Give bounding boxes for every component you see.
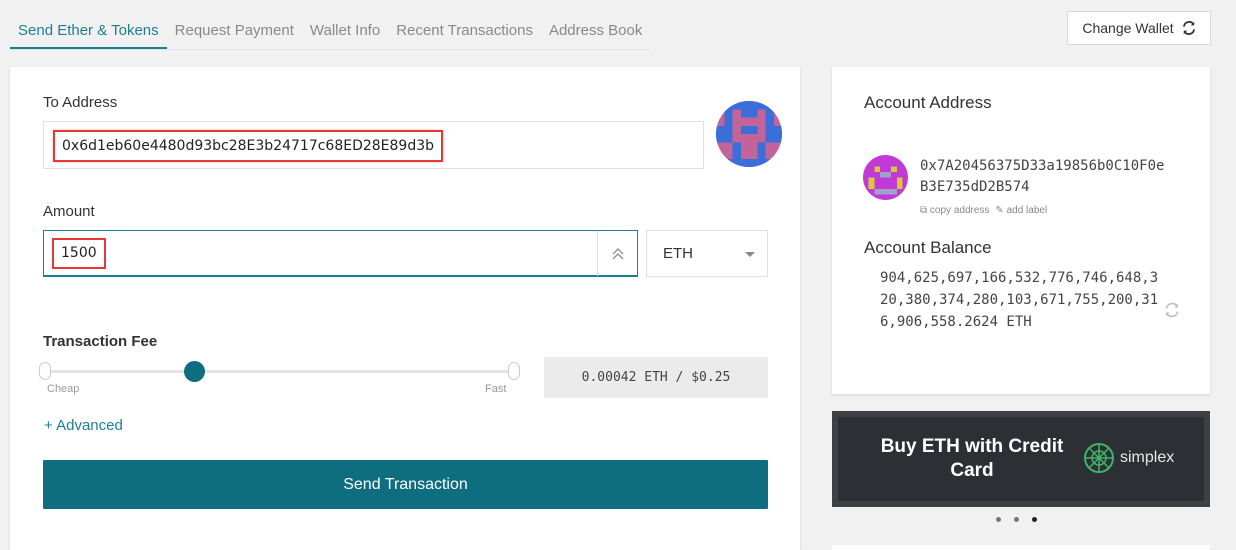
amount-input[interactable]: 1500 [43,230,638,277]
carousel-dot-2[interactable] [1014,517,1019,522]
copy-address-label: copy address [929,205,990,216]
to-address-value: 0x6d1eb60e4480d93bc28E3b24717c68ED28E89d… [53,130,444,162]
amount-label: Amount [43,203,95,220]
slider-fast-label: Fast [485,383,507,395]
transaction-fee-label: Transaction Fee [43,333,158,350]
currency-value: ETH [663,245,693,262]
fee-slider-track[interactable] [47,370,517,373]
simplex-globe-icon [1084,443,1114,473]
caret-down-icon [745,252,755,257]
to-address-input[interactable]: 0x6d1eb60e4480d93bc28E3b24717c68ED28E89d… [43,121,704,169]
add-label-link[interactable]: ✎ add label [995,205,1047,216]
change-wallet-label: Change Wallet [1082,20,1174,36]
refresh-balance-icon[interactable] [1164,302,1180,318]
account-identicon [863,155,908,200]
fee-slider-thumb[interactable] [184,361,205,382]
account-balance-value: 904,625,697,166,532,776,746,648,320,380,… [880,270,1159,330]
add-label-text: add label [1006,205,1048,216]
tab-recent-transactions[interactable]: Recent Transactions [388,14,541,49]
next-panel-edge [832,545,1210,550]
slider-min-marker [39,362,51,380]
tab-request-payment[interactable]: Request Payment [167,14,302,49]
buy-eth-banner[interactable]: Buy ETH with Credit Card simplex [832,411,1210,507]
double-chevron-up-icon [611,247,624,260]
copy-icon: ⧉ [920,205,930,216]
refresh-icon [1182,21,1195,35]
nav-tabs: Send Ether & Tokens Request Payment Wall… [10,14,651,50]
to-address-label: To Address [43,94,118,111]
address-actions: ⧉ copy address ✎ add label [920,205,1047,216]
recipient-identicon [716,101,782,167]
change-wallet-button[interactable]: Change Wallet [1067,11,1211,45]
advanced-link[interactable]: + Advanced [44,417,123,434]
tab-wallet-info[interactable]: Wallet Info [302,14,388,49]
tab-address-book[interactable]: Address Book [541,14,650,49]
slider-cheap-label: Cheap [47,383,80,395]
send-panel: To Address 0x6d1eb60e4480d93bc28E3b24717… [10,67,800,550]
send-transaction-button[interactable]: Send Transaction [43,460,768,509]
simplex-logo: simplex [1082,441,1174,475]
banner-inner: Buy ETH with Credit Card simplex [838,417,1204,501]
carousel-dot-1[interactable] [996,517,1001,522]
carousel-dot-3[interactable] [1032,517,1037,522]
currency-select[interactable]: ETH [646,230,768,277]
account-panel: Account Address 0x7A20456375D33a19856b0C… [832,67,1210,394]
account-address-value: 0x7A20456375D33a19856b0C10F0eB3E735dD2B5… [920,158,1165,195]
amount-value: 1500 [52,238,106,269]
account-balance-title: Account Balance [864,238,992,257]
account-address-title: Account Address [864,93,992,112]
tab-send-ether-tokens[interactable]: Send Ether & Tokens [10,14,167,49]
slider-max-marker [508,362,520,380]
copy-address-link[interactable]: ⧉ copy address [920,205,989,216]
simplex-wordmark: simplex [1120,449,1175,466]
carousel-dots [996,517,1037,522]
pencil-icon: ✎ [995,205,1007,216]
fee-value: 0.00042 ETH / $0.25 [544,357,768,398]
max-amount-button[interactable] [597,231,637,276]
banner-text: Buy ETH with Credit Card [880,436,1064,481]
